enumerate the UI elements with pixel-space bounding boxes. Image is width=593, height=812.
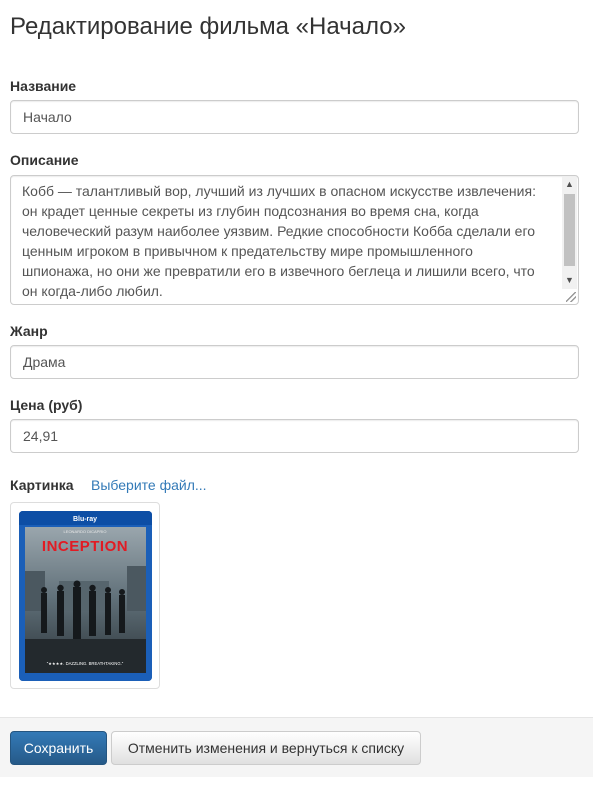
description-text: Кобб — талантливый вор, лучший из лучших… — [22, 181, 558, 301]
genre-label: Жанр — [10, 323, 48, 339]
scroll-up-arrow-icon[interactable]: ▲ — [562, 177, 577, 192]
form-actions: Сохранить Отменить изменения и вернуться… — [0, 717, 593, 777]
poster-image: Blu-ray LEONARDO DICAPRIO INCEPTION "★★★… — [19, 511, 152, 681]
name-label: Название — [10, 78, 77, 94]
scroll-thumb[interactable] — [564, 194, 575, 266]
description-line: человеческий разум наиболее уязвим. Редк… — [22, 223, 536, 239]
resize-grip-icon[interactable] — [566, 292, 576, 302]
poster-title: INCEPTION — [42, 538, 128, 555]
price-label: Цена (руб) — [10, 397, 83, 413]
edit-movie-page: Редактирование фильма «Начало» Название … — [0, 0, 593, 812]
genre-input[interactable]: Драма — [10, 345, 579, 379]
description-line: он когда-либо любил. — [22, 283, 163, 299]
save-button[interactable]: Сохранить — [10, 731, 107, 765]
name-input[interactable]: Начало — [10, 100, 579, 134]
choose-file-link[interactable]: Выберите файл... — [91, 477, 207, 493]
poster-brand: Blu-ray — [73, 516, 97, 523]
cancel-button[interactable]: Отменить изменения и вернуться к списку — [111, 731, 421, 765]
description-line: ценным игроком в привычном к предательст… — [22, 243, 473, 259]
scroll-down-arrow-icon[interactable]: ▼ — [562, 273, 577, 288]
page-title: Редактирование фильма «Начало» — [10, 13, 406, 40]
price-input[interactable]: 24,91 — [10, 419, 579, 453]
description-label: Описание — [10, 152, 79, 168]
poster-tagline: "★★★★. DAZZLING. BREATHTAKING." — [47, 661, 124, 666]
poster-top-text: LEONARDO DICAPRIO — [64, 529, 107, 534]
description-line: Кобб — талантливый вор, лучший из лучших… — [22, 183, 536, 199]
description-scrollbar[interactable]: ▲ ▼ — [562, 177, 577, 289]
image-label: Картинка — [10, 477, 74, 493]
description-line: шпионажа, но они же превратили его в изв… — [22, 263, 535, 279]
poster-thumbnail: Blu-ray LEONARDO DICAPRIO INCEPTION "★★★… — [10, 502, 160, 689]
description-line: он крадет ценные секреты из глубин подсо… — [22, 203, 479, 219]
description-textarea[interactable]: Кобб — талантливый вор, лучший из лучших… — [10, 175, 579, 305]
